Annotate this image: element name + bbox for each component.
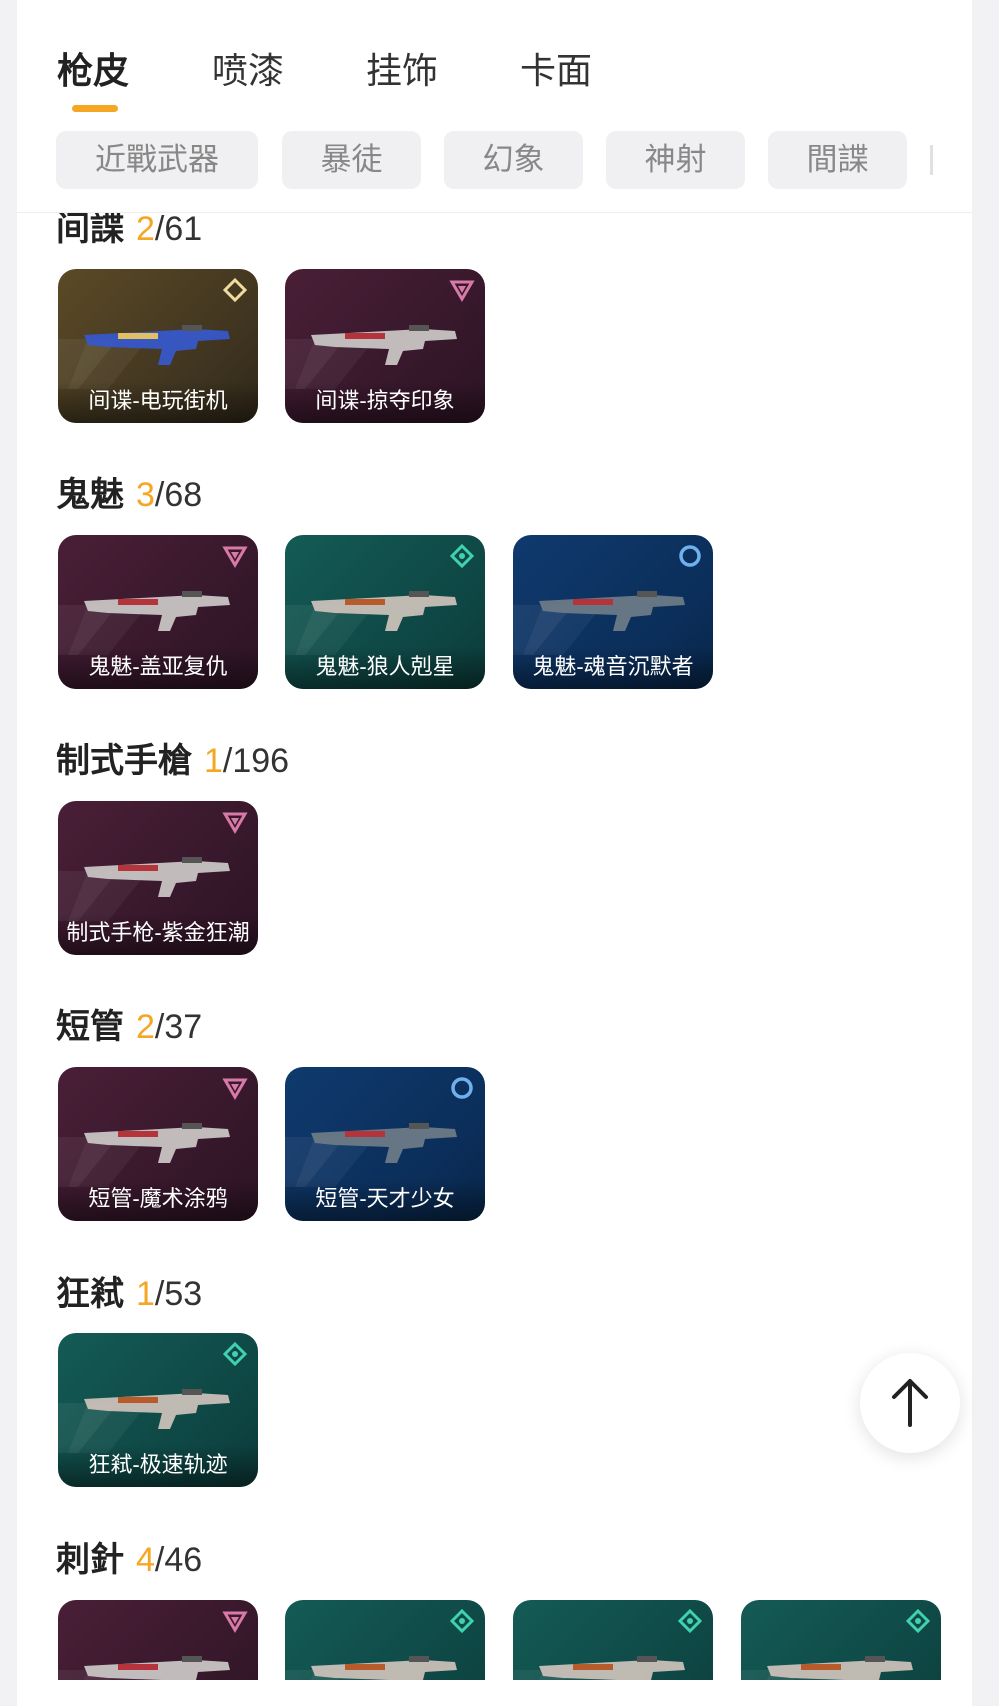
green-diamond-icon bbox=[449, 1608, 475, 1634]
pink-triangle-icon bbox=[222, 812, 248, 834]
total-count: /37 bbox=[154, 1008, 203, 1046]
green-diamond-icon bbox=[222, 1341, 248, 1367]
skin-card[interactable] bbox=[58, 1600, 258, 1680]
pink-triangle-icon bbox=[222, 1611, 248, 1633]
weapon-image bbox=[84, 857, 230, 897]
skin-card[interactable] bbox=[285, 1600, 485, 1680]
section-name: 狂弒 bbox=[56, 1275, 124, 1313]
section-name: 短管 bbox=[56, 1008, 124, 1046]
total-count: /53 bbox=[154, 1275, 203, 1313]
skin-card[interactable] bbox=[513, 1600, 713, 1680]
skin-name: 间谍-掠夺印象 bbox=[285, 381, 485, 423]
blue-circle-icon bbox=[451, 1077, 473, 1099]
weapon-image bbox=[767, 1656, 913, 1680]
owned-count: 3 bbox=[136, 476, 155, 514]
skin-card[interactable]: 间谍-掠夺印象 bbox=[285, 269, 485, 423]
weapon-image bbox=[84, 1656, 230, 1680]
weapon-image bbox=[539, 1656, 685, 1680]
skin-card[interactable] bbox=[741, 1600, 941, 1680]
scroll-to-top-button[interactable] bbox=[860, 1353, 960, 1453]
weapon-image bbox=[311, 591, 457, 631]
skin-card[interactable]: 鬼魅-魂音沉默者 bbox=[513, 535, 713, 689]
total-count: /196 bbox=[222, 742, 290, 780]
weapon-image bbox=[84, 1123, 230, 1163]
section-name: 制式手槍 bbox=[56, 742, 192, 780]
total-count: /68 bbox=[154, 476, 203, 514]
pink-triangle-icon bbox=[449, 280, 475, 302]
tab-charms[interactable]: 挂饰 bbox=[366, 42, 438, 94]
skin-name: 短管-魔术涂鸦 bbox=[58, 1179, 258, 1221]
section-title: 间諜 2/61 bbox=[56, 213, 202, 250]
weapon-image bbox=[84, 325, 230, 365]
section-title: 鬼魅 3/68 bbox=[56, 467, 202, 516]
weapon-image bbox=[311, 325, 457, 365]
weapon-filter-chips: 近戰武器 暴徒 幻象 神射 間諜 bbox=[56, 131, 936, 191]
section-name: 间諜 bbox=[56, 213, 124, 248]
total-count: /46 bbox=[154, 1541, 203, 1579]
blue-circle-icon bbox=[679, 545, 701, 567]
weapon-image bbox=[84, 591, 230, 631]
owned-count: 4 bbox=[136, 1541, 155, 1579]
owned-count: 2 bbox=[136, 213, 155, 248]
tab-gun-skins[interactable]: 枪皮 bbox=[57, 42, 129, 94]
skin-list[interactable]: 间諜 2/61 鬼魅 3/68 制式手槍 1/196 短管 2/37 狂弒 1/53 刺針… bbox=[0, 213, 999, 1680]
skin-name: 鬼魅-盖亚复仇 bbox=[58, 647, 258, 689]
pink-triangle-icon bbox=[222, 1078, 248, 1100]
section-name: 鬼魅 bbox=[56, 476, 124, 514]
chip-marshal[interactable]: 神射 bbox=[606, 131, 745, 189]
skin-card[interactable]: 间谍-电玩街机 bbox=[58, 269, 258, 423]
weapon-image bbox=[84, 1389, 230, 1429]
section-title: 制式手槍 1/196 bbox=[56, 733, 289, 782]
total-count: /61 bbox=[154, 213, 203, 248]
skin-name: 制式手枪-紫金狂潮 bbox=[58, 913, 258, 955]
section-title: 刺針 4/46 bbox=[56, 1532, 202, 1581]
tab-sprays[interactable]: 喷漆 bbox=[212, 42, 284, 94]
skin-card[interactable]: 狂弒-极速轨迹 bbox=[58, 1333, 258, 1487]
active-tab-indicator bbox=[72, 105, 118, 112]
skin-card[interactable]: 鬼魅-狼人剋星 bbox=[285, 535, 485, 689]
chip-melee[interactable]: 近戰武器 bbox=[56, 131, 258, 189]
skin-name: 间谍-电玩街机 bbox=[58, 381, 258, 423]
skin-name: 鬼魅-魂音沉默者 bbox=[513, 647, 713, 689]
weapon-image bbox=[311, 1123, 457, 1163]
section-title: 狂弒 1/53 bbox=[56, 1266, 202, 1315]
green-diamond-icon bbox=[449, 543, 475, 569]
chip-overflow-edge bbox=[930, 145, 933, 175]
skin-name: 短管-天才少女 bbox=[285, 1179, 485, 1221]
skin-card[interactable]: 制式手枪-紫金狂潮 bbox=[58, 801, 258, 955]
owned-count: 1 bbox=[136, 1275, 155, 1313]
owned-count: 1 bbox=[204, 742, 223, 780]
skin-name: 鬼魅-狼人剋星 bbox=[285, 647, 485, 689]
skin-card[interactable]: 鬼魅-盖亚复仇 bbox=[58, 535, 258, 689]
weapon-image bbox=[311, 1656, 457, 1680]
skin-name: 狂弒-极速轨迹 bbox=[58, 1445, 258, 1487]
chip-judge[interactable]: 暴徒 bbox=[282, 131, 421, 189]
arrow-up-icon bbox=[892, 1379, 928, 1427]
chip-phantom[interactable]: 幻象 bbox=[444, 131, 583, 189]
gold-diamond-icon bbox=[222, 277, 248, 303]
weapon-image bbox=[539, 591, 685, 631]
owned-count: 2 bbox=[136, 1008, 155, 1046]
green-diamond-icon bbox=[677, 1608, 703, 1634]
chip-spectre[interactable]: 間諜 bbox=[768, 131, 907, 189]
pink-triangle-icon bbox=[222, 546, 248, 568]
section-name: 刺針 bbox=[56, 1541, 124, 1579]
skin-card[interactable]: 短管-天才少女 bbox=[285, 1067, 485, 1221]
green-diamond-icon bbox=[905, 1608, 931, 1634]
section-title: 短管 2/37 bbox=[56, 999, 202, 1048]
tab-cards[interactable]: 卡面 bbox=[520, 42, 592, 94]
skin-card[interactable]: 短管-魔术涂鸦 bbox=[58, 1067, 258, 1221]
